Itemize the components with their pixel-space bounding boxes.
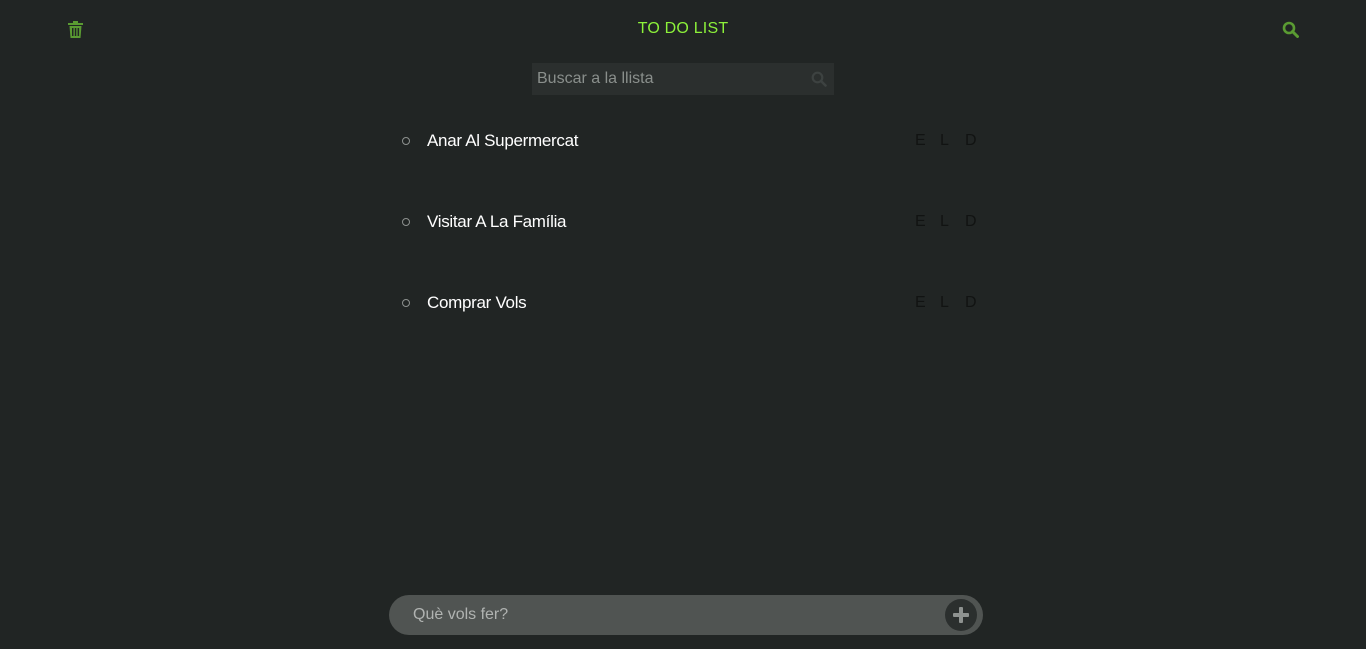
edit-button[interactable]: E bbox=[915, 294, 940, 312]
todo-item: Visitar A La Família E L D bbox=[398, 203, 988, 284]
like-button[interactable]: L bbox=[940, 294, 965, 312]
add-todo-bar bbox=[389, 595, 983, 635]
todo-checkbox[interactable] bbox=[402, 299, 410, 307]
todo-actions: E L D bbox=[915, 294, 990, 312]
plus-icon bbox=[953, 607, 969, 623]
add-todo-button[interactable] bbox=[945, 599, 977, 631]
todo-label: Visitar A La Família bbox=[427, 212, 567, 231]
todo-list: Anar Al Supermercat E L D Visitar A La F… bbox=[398, 122, 988, 365]
todo-checkbox[interactable] bbox=[402, 218, 410, 226]
page-title: TO DO LIST bbox=[637, 20, 729, 37]
todo-checkbox[interactable] bbox=[402, 137, 410, 145]
todo-app: TO DO LIST Anar Al Supermercat E L D bbox=[0, 0, 1366, 649]
todo-label: Comprar Vols bbox=[427, 293, 527, 312]
search-icon[interactable] bbox=[1280, 19, 1300, 39]
delete-button[interactable]: D bbox=[965, 132, 990, 150]
search-box bbox=[532, 63, 834, 95]
todo-item: Comprar Vols E L D bbox=[398, 284, 988, 365]
todo-actions: E L D bbox=[915, 213, 990, 231]
todo-item: Anar Al Supermercat E L D bbox=[398, 122, 988, 203]
todo-actions: E L D bbox=[915, 132, 990, 150]
search-input-icon[interactable] bbox=[809, 69, 829, 89]
new-todo-input[interactable] bbox=[413, 595, 913, 635]
edit-button[interactable]: E bbox=[915, 132, 940, 150]
delete-button[interactable]: D bbox=[965, 213, 990, 231]
delete-button[interactable]: D bbox=[965, 294, 990, 312]
like-button[interactable]: L bbox=[940, 213, 965, 231]
like-button[interactable]: L bbox=[940, 132, 965, 150]
todo-label: Anar Al Supermercat bbox=[427, 131, 579, 150]
search-input[interactable] bbox=[532, 63, 802, 95]
edit-button[interactable]: E bbox=[915, 213, 940, 231]
